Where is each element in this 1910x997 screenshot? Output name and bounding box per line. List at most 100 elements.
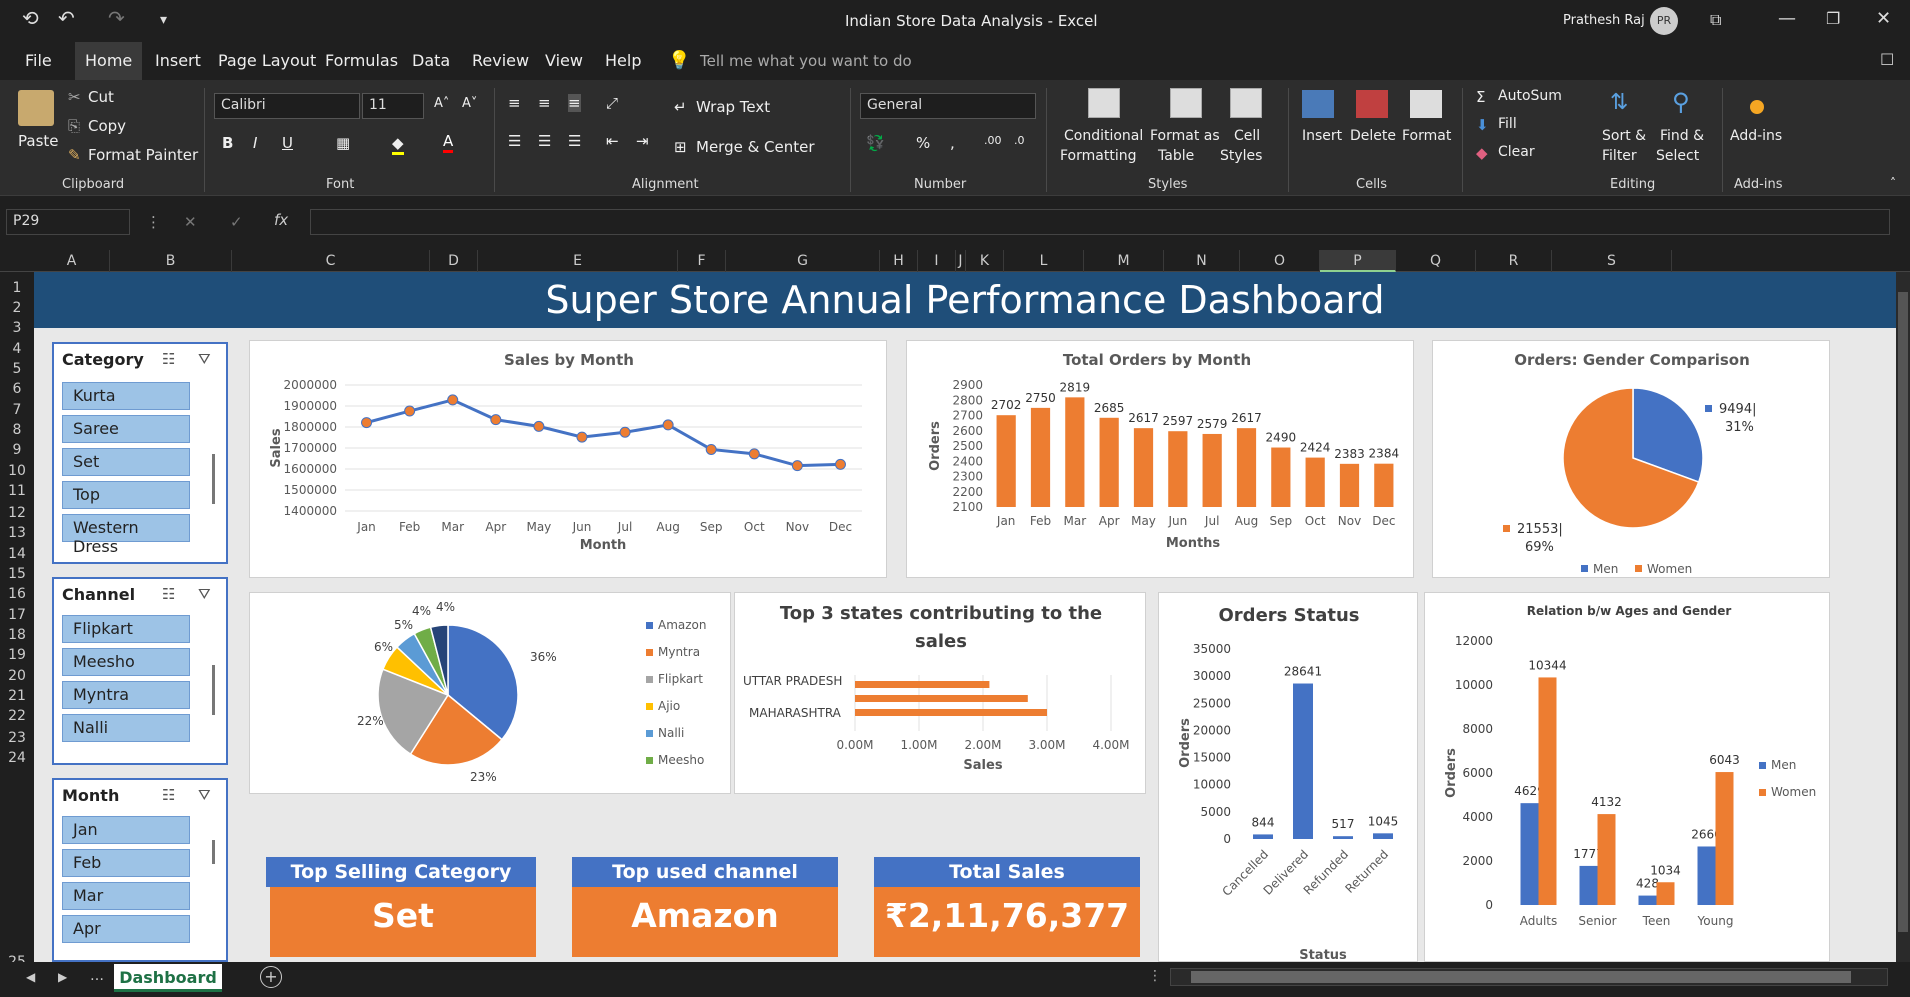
copy-button[interactable]: Copy [88,117,126,135]
percent-icon[interactable]: % [916,134,930,152]
font-name-select[interactable]: Calibri [214,93,360,119]
align-right-icon[interactable]: ☰ [568,132,581,150]
autosave-icon[interactable]: ⟲ [22,6,39,30]
row-header[interactable]: 17 [0,607,34,623]
conditional-formatting-icon[interactable] [1088,88,1120,118]
tab-review[interactable]: Review [462,42,539,80]
minimize-icon[interactable]: — [1778,8,1796,29]
orientation-icon[interactable]: ⤢ [606,94,618,112]
sort-filter-label-2[interactable]: Filter [1602,148,1637,164]
slicer-scrollbar[interactable] [212,454,215,504]
customize-qat-icon[interactable]: ▾ [160,12,167,28]
column-header[interactable]: O [1240,250,1320,272]
sort-filter-icon[interactable]: ⇅ [1610,90,1628,115]
row-header[interactable]: 8 [0,422,34,438]
clear-filter-icon[interactable]: ⛛ [198,585,211,603]
underline-icon[interactable]: U [282,134,293,152]
copy-icon[interactable]: ⎘ [68,117,80,135]
add-sheet-icon[interactable]: + [260,966,282,988]
format-as-table-label-1[interactable]: Format as [1150,128,1220,144]
column-header[interactable]: Q [1396,250,1476,272]
delete-cells-button[interactable]: Delete [1350,128,1396,144]
slicer-item[interactable]: Mar [62,882,190,910]
column-header[interactable]: S [1552,250,1672,272]
clear-filter-icon[interactable]: ⛛ [198,350,211,368]
restore-icon[interactable]: ❐ [1826,9,1840,28]
decrease-decimal-icon[interactable]: .0 [1014,134,1025,147]
ribbon-display-icon[interactable]: ⧉ [1710,10,1721,30]
italic-icon[interactable]: I [253,134,257,152]
align-left-icon[interactable]: ☰ [508,132,521,150]
chart-top-states[interactable]: Top 3 states contributing to the sales 0.0… [734,592,1146,794]
column-header[interactable]: L [1004,250,1084,272]
horizontal-scroll-thumb[interactable] [1191,971,1851,983]
horizontal-scrollbar[interactable] [1170,968,1888,986]
name-box[interactable]: P29 [6,209,130,235]
slicer-item[interactable]: Top [62,481,190,509]
tab-data[interactable]: Data [402,42,460,80]
row-header[interactable]: 6 [0,381,34,397]
comments-icon[interactable]: ☐ [1880,50,1894,69]
row-header[interactable]: 1 [0,280,34,296]
chart-channel-share[interactable]: 36% 23% 22% 6% 5% 4% 4% Amazon Myntra Flipkart Aji… [249,592,731,794]
find-select-label-1[interactable]: Find & [1660,128,1704,144]
column-header[interactable]: M [1084,250,1164,272]
chart-gender-comparison[interactable]: Orders: Gender Comparison 9494| 31% 21553| 6… [1432,340,1830,578]
column-header[interactable]: J [956,250,966,272]
merge-icon[interactable]: ⊞ [674,138,687,156]
slicer-item[interactable]: Nalli [62,714,190,742]
insert-cells-icon[interactable] [1302,90,1334,118]
format-cells-button[interactable]: Format [1402,128,1451,144]
row-header[interactable]: 15 [0,566,34,582]
column-header[interactable]: C [232,250,430,272]
close-icon[interactable]: ✕ [1876,8,1891,29]
column-header[interactable]: H [880,250,918,272]
borders-icon[interactable]: ▦ [336,134,350,152]
align-bottom-icon[interactable]: ≡ [568,94,581,112]
row-header[interactable]: 23 [0,730,34,746]
number-format-select[interactable]: General [860,93,1036,119]
slicer-item[interactable]: Feb [62,849,190,877]
multi-select-icon[interactable]: ☷ [162,585,175,603]
eraser-icon[interactable]: ◆ [1476,144,1488,162]
cut-button[interactable]: Cut [88,88,114,106]
row-header[interactable]: 7 [0,402,34,418]
slicer-item[interactable]: Flipkart [62,615,190,643]
undo-icon[interactable]: ↶ [58,6,75,30]
wrap-text-icon[interactable]: ↵ [674,98,687,116]
row-header[interactable]: 2 [0,300,34,316]
sheet-tab-dashboard[interactable]: Dashboard [114,964,222,992]
row-header[interactable]: 9 [0,442,34,458]
column-header[interactable]: E [478,250,678,272]
fill-icon[interactable]: ⬇ [1476,116,1489,134]
wrap-text-button[interactable]: Wrap Text [696,98,770,116]
addins-icon[interactable] [1750,100,1764,114]
tab-file[interactable]: File [15,42,62,80]
row-header[interactable]: 19 [0,647,34,663]
autosum-button[interactable]: AutoSum [1498,88,1562,104]
font-color-icon[interactable]: A [443,132,454,153]
format-painter-button[interactable]: Format Painter [88,146,198,164]
find-select-icon[interactable]: ⚲ [1672,88,1690,116]
conditional-formatting-label-1[interactable]: Conditional [1064,128,1143,144]
collapse-ribbon-icon[interactable]: ˄ [1890,176,1896,190]
sort-filter-label-1[interactable]: Sort & [1602,128,1646,144]
options-icon[interactable]: ⋮ [1148,968,1162,984]
chart-age-gender[interactable]: Relation b/w Ages and Gender 12000 10000 80… [1424,592,1830,962]
multi-select-icon[interactable]: ☷ [162,786,175,804]
slicer-item[interactable]: Kurta [62,382,190,410]
tab-home[interactable]: Home [75,42,143,80]
row-header[interactable]: 21 [0,688,34,704]
slicer-item[interactable]: Saree [62,415,190,443]
align-center-icon[interactable]: ☰ [538,132,551,150]
slicer-item[interactable]: Set [62,448,190,476]
cell-styles-icon[interactable] [1230,88,1262,118]
row-header[interactable]: 13 [0,525,34,541]
paste-icon[interactable] [18,90,54,126]
chart-orders-by-month[interactable]: Total Orders by Month 2900 2800 2700 2600 250… [906,340,1414,578]
row-header[interactable]: 14 [0,546,34,562]
row-header[interactable]: 4 [0,341,34,357]
dashboard-sheet[interactable]: Super Store Annual Performance Dashboard… [34,272,1896,962]
tab-formulas[interactable]: Formulas [315,42,408,80]
column-header[interactable]: G [726,250,880,272]
